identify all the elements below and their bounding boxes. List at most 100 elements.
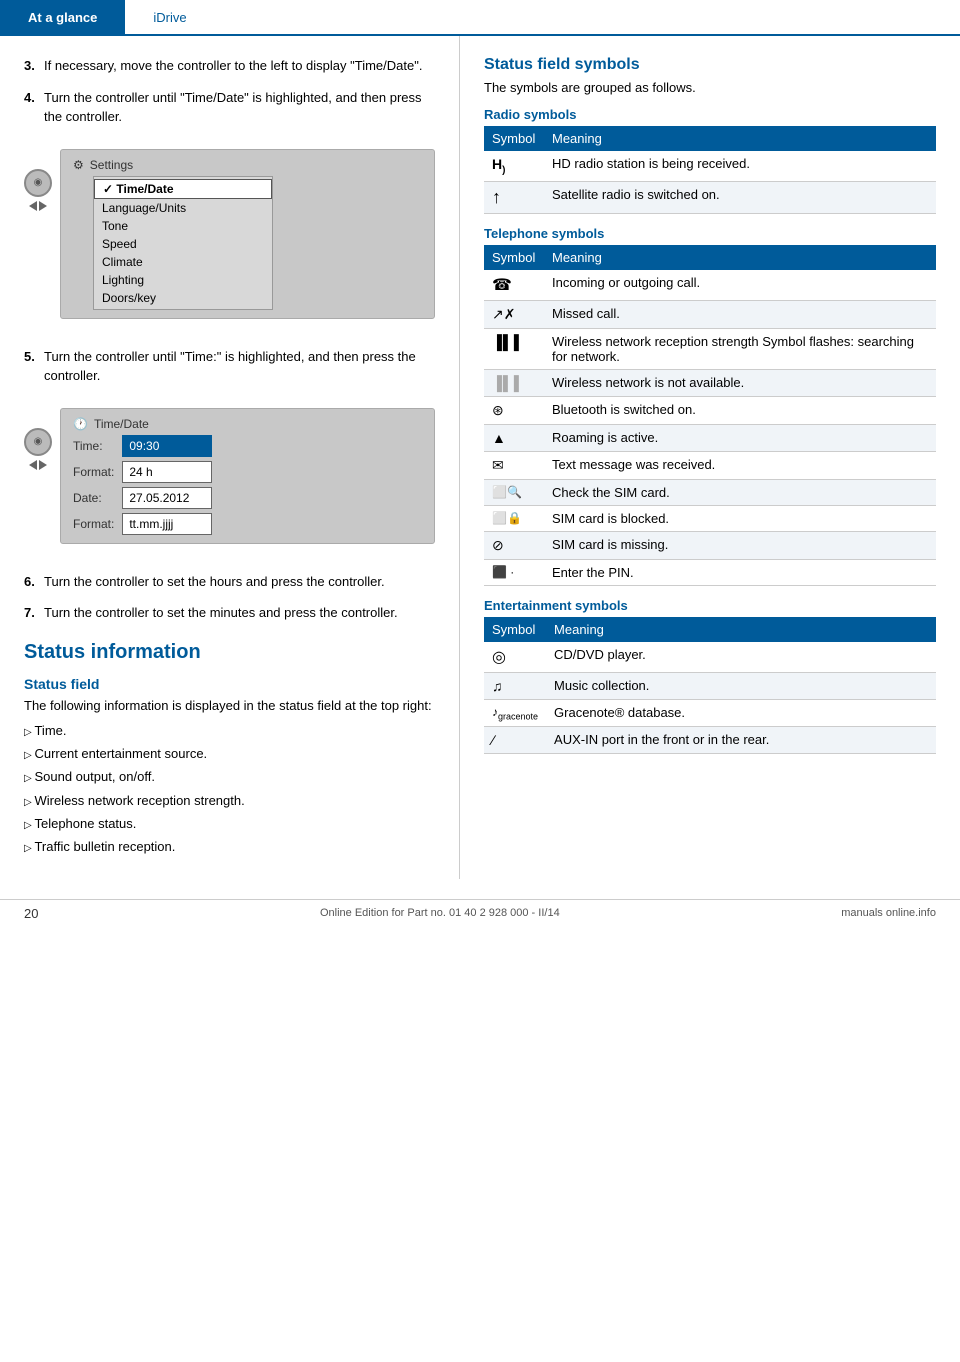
table-row: ∕ AUX-IN port in the front or in the rea… [484,727,936,754]
symbol-bluetooth: ⊛ [484,396,544,424]
step-7: 7. Turn the controller to set the minute… [24,603,435,623]
tab-at-a-glance[interactable]: At a glance [0,0,125,34]
meaning-roaming: Roaming is active. [544,424,936,451]
status-field-symbols-heading: Status field symbols [484,56,936,74]
meaning-sim-check: Check the SIM card. [544,479,936,505]
table-row: ▐▌▌ Wireless network is not available. [484,369,936,396]
footer-note: Online Edition for Part no. 01 40 2 928 … [320,907,560,919]
table-row: ◎ CD/DVD player. [484,642,936,673]
controller-arrows [29,201,47,211]
radio-symbols-table: Symbol Meaning H) HD radio station is be… [484,126,936,214]
table-row: ↑ Satellite radio is switched on. [484,181,936,213]
table-row: ♫ Music collection. [484,672,936,699]
entertainment-symbols-table: Symbol Meaning ◎ CD/DVD player. ♫ Music … [484,617,936,754]
value-format1: 24 h [122,461,212,483]
step-5-num: 5. [24,347,44,386]
controller-arrows-2 [29,460,47,470]
step-7-num: 7. [24,603,44,623]
tab-idrive[interactable]: iDrive [125,0,214,34]
radio-col-symbol: Symbol [484,126,544,151]
list-item-traffic: Traffic bulletin reception. [24,835,435,858]
table-row: ⊛ Bluetooth is switched on. [484,396,936,424]
table-row: ⊘ SIM card is missing. [484,531,936,559]
screenshot-box-settings: ⚙ Settings ✓ Time/Date Language/Units To… [60,149,435,319]
arrow-left-icon-2 [29,460,37,470]
step-4-text: Turn the controller until "Time/Date" is… [44,88,435,127]
status-field-intro: The following information is displayed i… [24,698,435,713]
meaning-hd: HD radio station is being received. [544,151,936,181]
status-field-list: Time. Current entertainment source. Soun… [24,719,435,859]
meaning-phone: Incoming or outgoing call. [544,270,936,301]
table-row: ▐▌▌ Wireless network reception strength … [484,328,936,369]
form-area: Time: Format: Date: Format: 09:30 24 h 2… [73,435,422,535]
meaning-cd: CD/DVD player. [546,642,936,673]
table-row: ✉ Text message was received. [484,451,936,479]
form-labels: Time: Format: Date: Format: [73,435,114,535]
meaning-music: Music collection. [546,672,936,699]
step-6-text: Turn the controller to set the hours and… [44,572,435,592]
symbol-aux: ∕ [484,727,546,754]
step-5: 5. Turn the controller until "Time:" is … [24,347,435,386]
screenshot-title-settings: ⚙ Settings [73,158,422,172]
table-row: ♪gracenote Gracenote® database. [484,699,936,726]
symbol-missed: ↗✗ [484,300,544,328]
step-5-text: Turn the controller until "Time:" is hig… [44,347,435,386]
symbol-gracenote: ♪gracenote [484,699,546,726]
value-date: 27.05.2012 [122,487,212,509]
right-column: Status field symbols The symbols are gro… [460,36,960,879]
telephone-symbols-heading: Telephone symbols [484,226,936,241]
status-info-heading: Status information [24,641,435,664]
meaning-sim-missing: SIM card is missing. [544,531,936,559]
symbol-hd: H) [484,151,544,181]
meaning-gracenote: Gracenote® database. [546,699,936,726]
menu-item-lighting: Lighting [94,271,272,289]
arrow-left-icon [29,201,37,211]
main-content: 3. If necessary, move the controller to … [0,36,960,879]
step-4: 4. Turn the controller until "Time/Date"… [24,88,435,127]
menu-item-doors: Doors/key [94,289,272,307]
symbol-sim-missing: ⊘ [484,531,544,559]
list-item-time: Time. [24,719,435,742]
list-item-entertainment: Current entertainment source. [24,742,435,765]
left-column: 3. If necessary, move the controller to … [0,36,460,879]
radio-col-meaning: Meaning [544,126,936,151]
symbol-pin: ⬛ · [484,559,544,585]
meaning-pin: Enter the PIN. [544,559,936,585]
symbol-satellite: ↑ [484,181,544,213]
symbol-signal-none: ▐▌▌ [484,369,544,396]
symbol-music: ♫ [484,672,546,699]
meaning-satellite: Satellite radio is switched on. [544,181,936,213]
meaning-missed: Missed call. [544,300,936,328]
page-number: 20 [24,906,38,921]
menu-item-tone: Tone [94,217,272,235]
menu-item-speed: Speed [94,235,272,253]
table-row: ↗✗ Missed call. [484,300,936,328]
menu-list: ✓ Time/Date Language/Units Tone Speed Cl… [93,176,273,310]
gear-icon: ⚙ [73,158,84,172]
meaning-bluetooth: Bluetooth is switched on. [544,396,936,424]
value-format2: tt.mm.jjjj [122,513,212,535]
step-7-text: Turn the controller to set the minutes a… [44,603,435,623]
table-row: ▲ Roaming is active. [484,424,936,451]
label-format1: Format: [73,461,114,483]
entertainment-symbols-heading: Entertainment symbols [484,598,936,613]
footer: 20 Online Edition for Part no. 01 40 2 9… [0,899,960,927]
symbol-signal-strong: ▐▌▌ [484,328,544,369]
table-row: ⬛ · Enter the PIN. [484,559,936,585]
ent-col-symbol: Symbol [484,617,546,642]
meaning-aux: AUX-IN port in the front or in the rear. [546,727,936,754]
list-item-sound: Sound output, on/off. [24,765,435,788]
list-item-telephone: Telephone status. [24,812,435,835]
menu-item-time-date: ✓ Time/Date [94,179,272,199]
tel-col-symbol: Symbol [484,245,544,270]
step-3-num: 3. [24,56,44,76]
symbol-sim-blocked: ⬜🔒 [484,505,544,531]
step-6-num: 6. [24,572,44,592]
step-3-text: If necessary, move the controller to the… [44,56,435,76]
symbols-intro: The symbols are grouped as follows. [484,80,936,95]
tel-col-meaning: Meaning [544,245,936,270]
label-format2: Format: [73,513,114,535]
screenshot-title-timedate: 🕐 Time/Date [73,417,422,431]
meaning-sim-blocked: SIM card is blocked. [544,505,936,531]
menu-item-climate: Climate [94,253,272,271]
